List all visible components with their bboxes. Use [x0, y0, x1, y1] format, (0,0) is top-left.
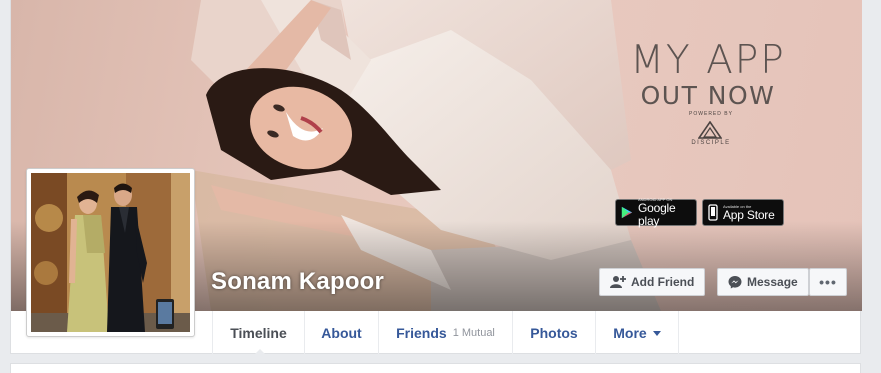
more-options-button[interactable]: •••	[809, 268, 847, 296]
powered-by-label: POWERED BY	[689, 111, 733, 117]
tab-timeline-label: Timeline	[230, 324, 287, 341]
more-dots-icon: •••	[819, 274, 837, 290]
tab-friends-label: Friends	[396, 324, 447, 341]
message-button[interactable]: Message	[717, 268, 809, 296]
profile-picture[interactable]	[26, 168, 195, 337]
add-friend-label: Add Friend	[631, 275, 695, 289]
google-play-icon	[621, 206, 633, 219]
phone-icon	[708, 204, 718, 221]
chevron-down-icon	[652, 331, 661, 336]
google-badge-label: Google play	[638, 201, 676, 228]
next-section-card	[10, 363, 861, 373]
disciple-logo-icon	[698, 121, 722, 139]
tab-about-label: About	[321, 324, 362, 341]
apple-badge-label: App Store	[723, 207, 775, 222]
promo-headline: MY APP OUT NOW	[603, 40, 813, 110]
add-friend-icon	[610, 276, 626, 288]
add-friend-button[interactable]: Add Friend	[599, 268, 705, 296]
mutual-friends-count: 1 Mutual	[452, 326, 495, 339]
tab-timeline[interactable]: Timeline	[213, 311, 305, 355]
promo-headline-line1: MY APP	[630, 38, 786, 83]
profile-name[interactable]: Sonam Kapoor	[211, 268, 384, 296]
tab-friends[interactable]: Friends 1 Mutual	[379, 311, 513, 354]
tab-photos-label: Photos	[530, 324, 578, 341]
tab-more[interactable]: More	[596, 311, 679, 354]
profile-tabs: Timeline About Friends 1 Mutual Photos M…	[212, 311, 679, 355]
app-store-badge[interactable]: Available on the App Store	[702, 199, 784, 226]
profile-header: MY APP OUT NOW POWERED BY DISCIPLE ANDRO…	[10, 0, 862, 355]
brand-name: DISCIPLE	[691, 140, 731, 146]
avatar	[31, 173, 190, 332]
tab-more-label: More	[613, 324, 647, 341]
promo-headline-line2: OUT NOW	[640, 81, 776, 110]
message-label: Message	[747, 275, 798, 289]
google-badge-small-text: ANDROID APP ON	[638, 197, 673, 202]
tab-photos[interactable]: Photos	[513, 311, 596, 354]
apple-badge-small-text: Available on the	[723, 203, 752, 209]
google-play-badge[interactable]: ANDROID APP ON Google play	[615, 197, 697, 228]
tab-about[interactable]: About	[305, 311, 379, 354]
active-tab-indicator	[254, 349, 266, 355]
messenger-icon	[728, 276, 742, 289]
